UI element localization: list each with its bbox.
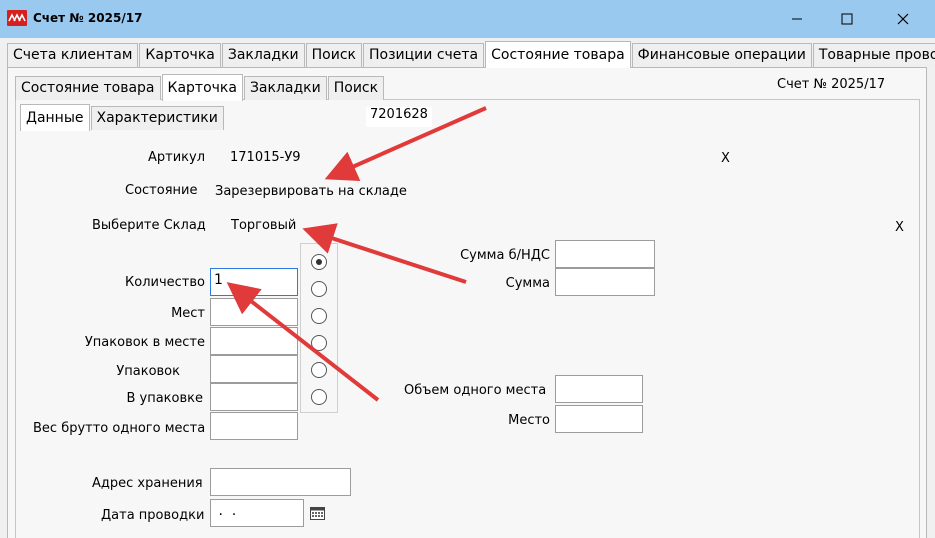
per-pack-label: В упаковке [126, 391, 203, 406]
tab-bookmarks[interactable]: Закладки [221, 43, 305, 67]
date-input[interactable]: . . [210, 499, 304, 527]
invoice-number-label: Счет № 2025/17 [777, 77, 886, 92]
warehouse-value[interactable]: Торговый [231, 218, 296, 233]
main-tabs: Счета клиентам Карточка Закладки Поиск П… [7, 41, 935, 68]
radio-option[interactable] [311, 362, 327, 378]
calendar-icon[interactable] [310, 506, 325, 520]
tab-goods-postings[interactable]: Товарные проводки [812, 43, 935, 67]
radio-option[interactable] [311, 389, 327, 405]
sub-tabs: Состояние товара Карточка Закладки Поиск [15, 74, 385, 101]
article-label: Артикул [148, 150, 206, 165]
subtab-bookmarks[interactable]: Закладки [243, 76, 327, 100]
close-icon[interactable] [880, 0, 926, 38]
place-label: Место [508, 413, 550, 428]
quantity-input[interactable]: 1 [210, 268, 298, 296]
packs-label: Упаковок [116, 364, 180, 379]
state-label: Состояние [125, 183, 198, 198]
quantity-label: Количество [125, 275, 205, 290]
subtab-card[interactable]: Карточка [161, 74, 243, 101]
date-label: Дата проводки [101, 508, 205, 523]
per-pack-input[interactable] [210, 383, 298, 411]
tab-invoice-positions[interactable]: Позиции счета [363, 43, 485, 67]
subtab-search[interactable]: Поиск [327, 76, 385, 100]
warehouse-clear-button[interactable]: X [895, 220, 904, 235]
window-title: Счет № 2025/17 [33, 11, 143, 25]
tab-invoices[interactable]: Счета клиентам [7, 43, 139, 67]
warehouse-label: Выберите Склад [92, 218, 206, 233]
tab-goods-state[interactable]: Состояние товара [485, 41, 631, 68]
tab-financial-operations[interactable]: Финансовые операции [631, 43, 812, 67]
tab-card[interactable]: Карточка [139, 43, 221, 67]
address-label: Адрес хранения [92, 476, 203, 491]
state-value: Зарезервировать на складе [215, 184, 407, 199]
subtab-goods-state[interactable]: Состояние товара [15, 76, 161, 100]
place-input[interactable] [555, 405, 643, 433]
minimize-icon[interactable] [774, 0, 820, 38]
radio-option[interactable] [311, 335, 327, 351]
gross-weight-input[interactable] [210, 412, 298, 440]
title-bar: Счет № 2025/17 [0, 0, 935, 38]
address-input[interactable] [210, 468, 351, 496]
places-label: Мест [171, 306, 205, 321]
app-logo-icon [7, 10, 27, 26]
packs-per-place-label: Упаковок в месте [84, 335, 205, 350]
tab-search[interactable]: Поиск [305, 43, 362, 67]
radio-option[interactable] [311, 254, 327, 270]
innertab-characteristics[interactable]: Характеристики [90, 106, 224, 130]
maximize-icon[interactable] [824, 0, 870, 38]
radio-option[interactable] [311, 281, 327, 297]
packs-per-place-input[interactable] [210, 327, 298, 355]
article-value: 171015-У9 [230, 150, 301, 165]
sum-input[interactable] [555, 268, 655, 296]
volume-label: Объем одного места [404, 383, 547, 398]
places-input[interactable] [210, 298, 298, 326]
warehouse-radio-group [300, 243, 338, 413]
inner-tabs: Данные Характеристики [20, 104, 225, 131]
sum-label: Сумма [505, 276, 550, 291]
radio-option[interactable] [311, 308, 327, 324]
gross-weight-label: Вес брутто одного места [33, 421, 206, 436]
code-display: 7201628 [366, 107, 432, 127]
volume-input[interactable] [555, 375, 643, 403]
sum-no-vat-input[interactable] [555, 240, 655, 268]
sum-no-vat-label: Сумма б/НДС [460, 248, 550, 263]
packs-input[interactable] [210, 355, 298, 383]
article-clear-button[interactable]: X [721, 151, 730, 166]
innertab-data[interactable]: Данные [20, 104, 90, 131]
